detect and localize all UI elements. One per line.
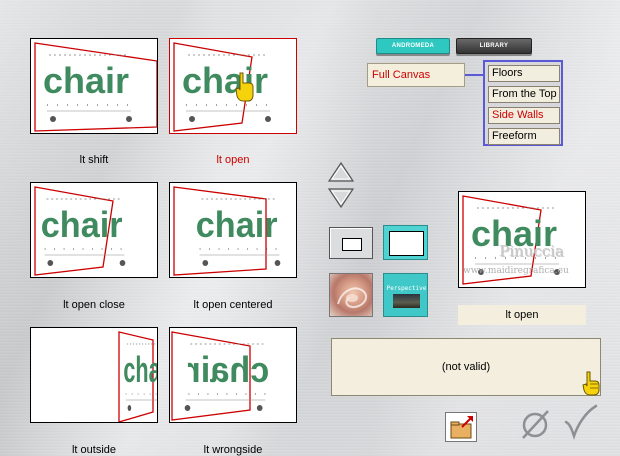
shell-texture-icon [337,287,368,309]
triangle-down-icon[interactable] [327,188,355,209]
triangle-up-icon[interactable] [327,161,355,182]
null-sign-icon[interactable] [517,405,553,441]
svg-text:chair: chair [123,350,158,390]
svg-text:chair: chair [187,350,269,390]
canvas-mode-label: Full Canvas [372,69,431,81]
svg-text:chair: chair [182,60,268,101]
menu-item-floors[interactable]: Floors [488,65,560,82]
thumb-art: chair [171,331,269,421]
thumb-caption: lt outside [71,444,117,456]
svg-text:chair: chair [196,205,278,245]
thumb-caption: lt wrongside [203,444,263,456]
menu-item-label: Floors [492,67,523,79]
tab-library-label: LIBRARY [479,43,509,49]
watermark-url: www.maidiregrafica.eu [463,266,569,276]
svg-text:chair: chair [41,205,123,245]
checkmark-icon[interactable] [560,402,600,442]
status-field: (not valid) [331,338,601,396]
menu-item-from-the-top[interactable]: From the Top [488,86,560,103]
thumb-lt-shift[interactable]: chair [30,38,158,134]
tab-library[interactable]: LIBRARY [456,38,532,54]
open-file-button[interactable] [445,412,477,442]
canvas-mode-field[interactable]: Full Canvas [367,63,465,87]
tab-andromeda[interactable]: ANDROMEDA [376,38,450,54]
thumb-art: chair [34,186,126,276]
hand-pointer-icon [582,371,600,396]
status-text: (not valid) [441,361,491,373]
small-rect-icon [342,238,362,251]
thumb-lt-outside[interactable]: chair [30,327,158,423]
perspective-button[interactable]: Perspective [383,273,428,317]
thumb-lt-open-centered[interactable]: chair [169,182,297,278]
thumb-lt-open-close[interactable]: chair [30,182,158,278]
large-rect-icon [389,231,424,256]
thumb-caption: lt open close [63,299,125,311]
perspective-label: Perspective [386,285,427,292]
thumb-caption: lt shift [79,154,109,166]
folder-open-icon [450,416,473,439]
thumb-lt-open[interactable]: chair [169,38,297,134]
scroll-arrows [327,161,355,209]
menu-item-label: Freeform [492,130,537,142]
thumb-caption: lt open centered [193,299,273,311]
tab-andromeda-label: ANDROMEDA [391,43,435,49]
thumb-art: chair [118,331,158,422]
thumb-art: chair [173,42,271,132]
thumb-caption: lt open [216,154,250,166]
menu-item-freeform[interactable]: Freeform [488,128,560,145]
thumb-art: chair [34,42,157,132]
small-frame-button[interactable] [329,227,373,259]
preview-label: lt open [458,305,586,325]
thumb-lt-wrongside[interactable]: chair [169,327,297,423]
menu-item-label: Side Walls [492,109,544,121]
large-frame-button[interactable] [383,225,428,260]
menu-item-side-walls[interactable]: Side Walls [488,107,560,124]
watermark-title: Pinuccia [499,242,564,260]
perspective-thumb [393,294,420,308]
menu-connector [465,74,483,76]
menu-item-label: From the Top [492,88,557,100]
placement-menu: Floors From the Top Side Walls Freeform [483,60,563,146]
svg-text:chair: chair [43,60,129,101]
texture-button[interactable] [329,273,373,317]
preview-panel: chair Pinuccia www.maidiregrafica.eu [458,191,586,288]
thumb-art: chair [173,186,281,276]
